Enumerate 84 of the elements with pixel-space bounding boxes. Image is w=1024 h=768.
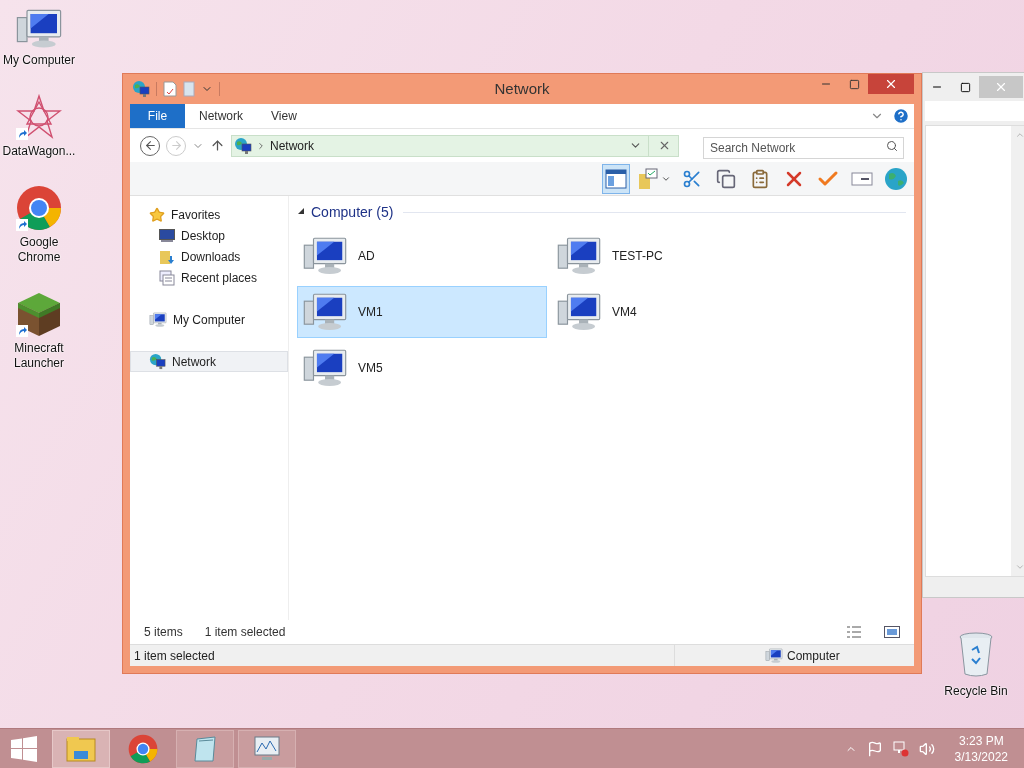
forward-arrow-icon [169, 139, 183, 152]
toolbar-button[interactable] [602, 163, 630, 194]
network-status-icon[interactable] [892, 740, 909, 757]
computer-icon [302, 292, 348, 332]
star-pattern-icon [16, 93, 62, 140]
scrollbar[interactable] [1011, 126, 1024, 576]
preview-pane-icon [605, 168, 627, 189]
cut-icon [682, 168, 702, 189]
network-icon [234, 136, 252, 155]
nav-item[interactable]: Favorites [130, 204, 288, 225]
status-text: 1 item selected [133, 647, 216, 665]
desktop-icon [159, 229, 175, 242]
address-text: Network [270, 137, 314, 155]
computer-icon [302, 348, 348, 388]
computer-item[interactable]: TEST-PC [551, 230, 801, 282]
desktop-icon-label[interactable]: DataWagon... [2, 143, 76, 159]
scroll-up-icon [1014, 130, 1024, 140]
search-icon [886, 139, 898, 152]
item-count: 5 items [144, 624, 183, 641]
group-header: Computer (5) [311, 202, 394, 222]
close-icon [994, 80, 1008, 94]
star-icon [149, 206, 165, 223]
close-icon [884, 77, 898, 91]
windows-logo-icon [11, 735, 37, 762]
shortcut-arrow-icon [16, 127, 28, 140]
collapse-triangle-icon[interactable] [297, 208, 305, 216]
recent-places-icon [159, 269, 175, 286]
taskbar-button[interactable] [238, 729, 296, 768]
help-icon[interactable] [892, 107, 910, 125]
action-center-flag-icon[interactable] [866, 740, 883, 757]
properties-icon [163, 81, 177, 97]
network-icon [132, 80, 150, 98]
close-button[interactable] [868, 74, 914, 94]
computer-icon [556, 292, 602, 332]
desktop-icon-label[interactable]: Google Chrome [0, 234, 78, 265]
computer-item[interactable]: VM4 [551, 286, 801, 338]
volume-icon[interactable] [918, 740, 935, 757]
window-title: Network [494, 78, 550, 99]
paste-icon [750, 168, 770, 189]
back-arrow-icon [143, 139, 157, 152]
grass-block-icon [16, 290, 62, 337]
rename-icon [851, 170, 873, 187]
notepad-icon [191, 734, 219, 763]
nav-item[interactable]: My Computer [130, 309, 288, 330]
nav-item[interactable]: Desktop [130, 225, 288, 246]
large-icons-view-icon[interactable] [884, 626, 900, 638]
chart-monitor-icon [252, 734, 282, 763]
folder-icon [65, 734, 97, 763]
globe-icon [884, 166, 908, 191]
downloads-folder-icon [159, 248, 175, 265]
taskbar-button[interactable] [52, 729, 110, 768]
chrome-logo-icon [128, 733, 158, 764]
maximize-icon [848, 78, 860, 90]
recycle-bin-icon [958, 632, 994, 678]
maximize-icon [959, 81, 971, 93]
copy-icon [716, 168, 736, 189]
folder-check-icon [637, 167, 659, 190]
desktop-icon-label[interactable]: Recycle Bin [944, 682, 1008, 700]
nav-item[interactable]: Network [130, 351, 288, 372]
computer-icon [15, 8, 63, 49]
zone-text: Computer [787, 647, 840, 665]
computer-item[interactable]: AD [297, 230, 547, 282]
network-icon [149, 353, 166, 370]
chrome-logo-icon [16, 184, 62, 231]
desktop-icon-label[interactable]: Minecraft Launcher [0, 340, 78, 371]
taskbar-button[interactable] [176, 729, 234, 768]
nav-item[interactable]: Downloads [130, 246, 288, 267]
file-tab[interactable]: File [130, 104, 185, 128]
nav-item[interactable]: Recent places [130, 267, 288, 288]
search-field[interactable]: Search Network [703, 136, 904, 159]
details-view-icon[interactable] [846, 626, 862, 638]
computer-item[interactable]: VM1 [297, 286, 547, 338]
computer-icon [302, 236, 348, 276]
ribbon-tab[interactable]: View [257, 104, 311, 128]
computer-icon [149, 311, 167, 328]
ribbon-tab[interactable]: Network [185, 104, 257, 128]
computer-item[interactable]: VM5 [297, 342, 547, 394]
clear-icon[interactable] [658, 139, 671, 152]
desktop-icon-label[interactable]: My Computer [3, 52, 75, 68]
address-bar[interactable]: Network [231, 134, 679, 157]
selection-count: 1 item selected [204, 624, 286, 641]
computer-icon [556, 236, 602, 276]
new-folder-icon [183, 81, 195, 97]
scroll-down-icon [1014, 562, 1024, 572]
